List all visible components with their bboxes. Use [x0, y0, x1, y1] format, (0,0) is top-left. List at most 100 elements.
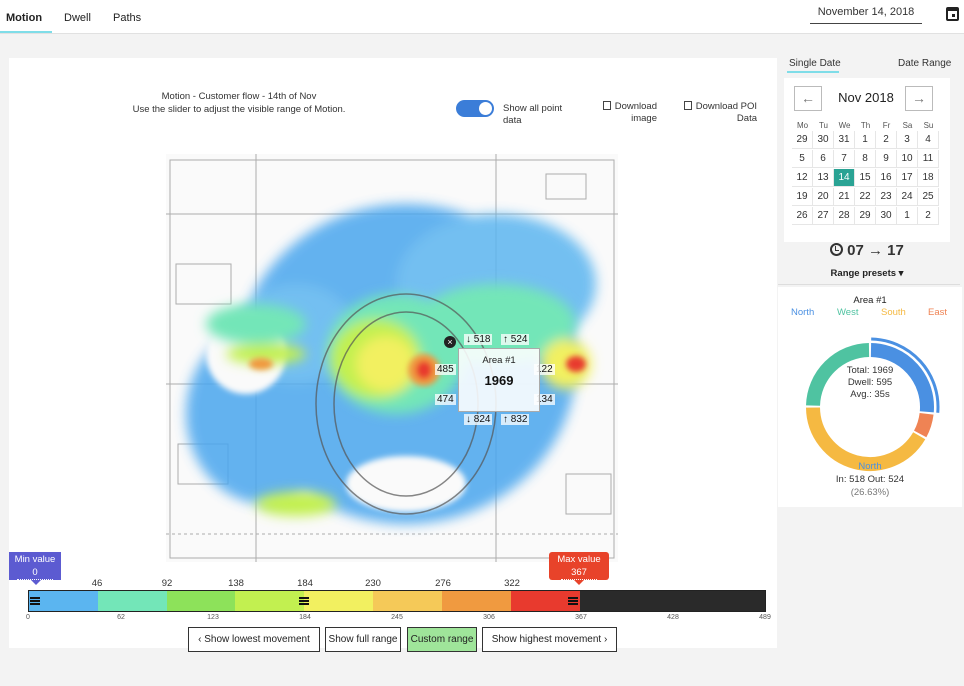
range-segment [373, 591, 442, 611]
calendar-day[interactable]: 2 [876, 131, 897, 149]
custom-range-button[interactable]: Custom range [407, 627, 477, 652]
scale-tick: 245 [391, 614, 403, 621]
calendar-day[interactable]: 26 [792, 207, 813, 225]
image-icon [602, 101, 611, 110]
range-tick: 230 [365, 578, 381, 589]
close-area-icon[interactable]: × [444, 336, 456, 348]
download-poi-button[interactable]: Download POI Data [673, 101, 757, 125]
calendar-day[interactable]: 1 [855, 131, 876, 149]
top-bar: Motion Dwell Paths November 14, 2018 [0, 0, 964, 34]
show-lowest-button[interactable]: ‹ Show lowest movement [188, 627, 320, 652]
calendar-day[interactable]: 22 [855, 188, 876, 206]
range-tick: 46 [91, 578, 103, 589]
calendar-day[interactable]: 24 [897, 188, 918, 206]
calendar-day[interactable]: 21 [834, 188, 855, 206]
total-value: Total: 1969 [846, 365, 894, 376]
calendar-day[interactable]: 19 [792, 188, 813, 206]
in-out-counts: In: 518 Out: 524 [835, 474, 905, 485]
calendar-day[interactable]: 10 [897, 150, 918, 168]
calendar-day[interactable]: 20 [813, 188, 834, 206]
calendar-day[interactable]: 25 [918, 188, 939, 206]
date-tab-indicator [787, 71, 839, 73]
range-color-bar[interactable] [28, 590, 766, 612]
weekday-label: Fr [882, 121, 891, 130]
time-range-value: 07 → 17 [847, 242, 904, 259]
max-slider-handle[interactable] [568, 597, 578, 605]
mid-slider-handle[interactable] [299, 597, 309, 605]
calendar-day[interactable]: 13 [813, 169, 834, 187]
date-input[interactable]: November 14, 2018 [810, 2, 922, 24]
calendar-day[interactable]: 3 [897, 131, 918, 149]
donut-slice-east[interactable] [913, 412, 934, 438]
donut-slice-south[interactable] [806, 407, 926, 471]
calendar-day[interactable]: 15 [855, 169, 876, 187]
weekday-label: Th [860, 121, 871, 130]
heatmap-panel: Motion - Customer flow - 14th of Nov Use… [9, 58, 777, 652]
calendar-day[interactable]: 5 [792, 150, 813, 168]
download-image-button[interactable]: Download image [593, 101, 657, 125]
calendar-day[interactable]: 30 [813, 131, 834, 149]
calendar-day[interactable]: 17 [897, 169, 918, 187]
prev-month-button[interactable]: ← [794, 86, 822, 111]
chevron-right-icon: › [601, 634, 608, 645]
selected-direction: North [858, 461, 882, 472]
calendar-day[interactable]: 27 [813, 207, 834, 225]
calendar-day[interactable]: 6 [813, 150, 834, 168]
calendar-day[interactable]: 31 [834, 131, 855, 149]
calendar-day[interactable]: 1 [897, 207, 918, 225]
range-tick: 184 [297, 578, 313, 589]
calendar-day[interactable]: 16 [876, 169, 897, 187]
show-highest-button[interactable]: Show highest movement › [482, 627, 617, 652]
area-box[interactable]: Area #1 1969 [458, 348, 540, 412]
floorplan-heatmap[interactable] [166, 154, 618, 562]
range-tick: 322 [504, 578, 520, 589]
chart-heading: Motion - Customer flow - 14th of Nov Use… [129, 90, 349, 116]
range-tick: 92 [161, 578, 173, 589]
tab-single-date[interactable]: Single Date [789, 58, 841, 69]
area-left-out: 474 [435, 394, 456, 405]
avg-value: Avg.: 35s [850, 389, 890, 400]
calendar-day[interactable]: 7 [834, 150, 855, 168]
tab-motion[interactable]: Motion [6, 12, 42, 24]
calendar-day[interactable]: 14 [834, 169, 855, 187]
area-total: 1969 [484, 373, 514, 388]
tab-paths[interactable]: Paths [113, 12, 141, 24]
calendar-day[interactable]: 8 [855, 150, 876, 168]
area-left-in: 485 [435, 364, 456, 375]
scale-tick: 0 [26, 614, 30, 621]
calendar-day[interactable]: 28 [834, 207, 855, 225]
calendar-day[interactable]: 18 [918, 169, 939, 187]
max-value-label: Max value 367 [549, 552, 609, 585]
range-segment [97, 591, 167, 611]
arrow-right-icon: → [912, 90, 926, 106]
calendar-month: Nov 2018 [838, 90, 894, 105]
clock-icon [830, 243, 844, 256]
calendar-day[interactable]: 29 [792, 131, 813, 149]
area-top-in: ↓ 518 [464, 334, 493, 345]
calendar-day[interactable]: 12 [792, 169, 813, 187]
chart-subtitle: Use the slider to adjust the visible ran… [132, 104, 346, 115]
download-poi-label: Download POI Data [695, 101, 757, 124]
range-presets-dropdown[interactable]: Range presets ▾ [784, 268, 950, 279]
active-tab-indicator [0, 31, 52, 33]
weekday-label: Mo [796, 121, 809, 130]
direction-percent: (26.63%) [850, 487, 890, 498]
weekday-label: We [838, 121, 851, 130]
tab-dwell[interactable]: Dwell [64, 12, 91, 24]
show-full-range-button[interactable]: Show full range [325, 627, 401, 652]
min-label-text: Min value [14, 554, 56, 565]
calendar-icon[interactable] [946, 7, 959, 21]
calendar-day[interactable]: 2 [918, 207, 939, 225]
calendar-day[interactable]: 23 [876, 188, 897, 206]
calendar-day[interactable]: 4 [918, 131, 939, 149]
calendar-day[interactable]: 30 [876, 207, 897, 225]
calendar-day[interactable]: 11 [918, 150, 939, 168]
show-all-data-toggle[interactable] [456, 100, 494, 117]
tab-date-range[interactable]: Date Range [898, 58, 951, 69]
calendar-day[interactable]: 9 [876, 150, 897, 168]
range-segment [166, 591, 236, 611]
range-segment [235, 591, 305, 611]
min-slider-handle[interactable] [30, 597, 40, 605]
calendar-day[interactable]: 29 [855, 207, 876, 225]
next-month-button[interactable]: → [905, 86, 933, 111]
